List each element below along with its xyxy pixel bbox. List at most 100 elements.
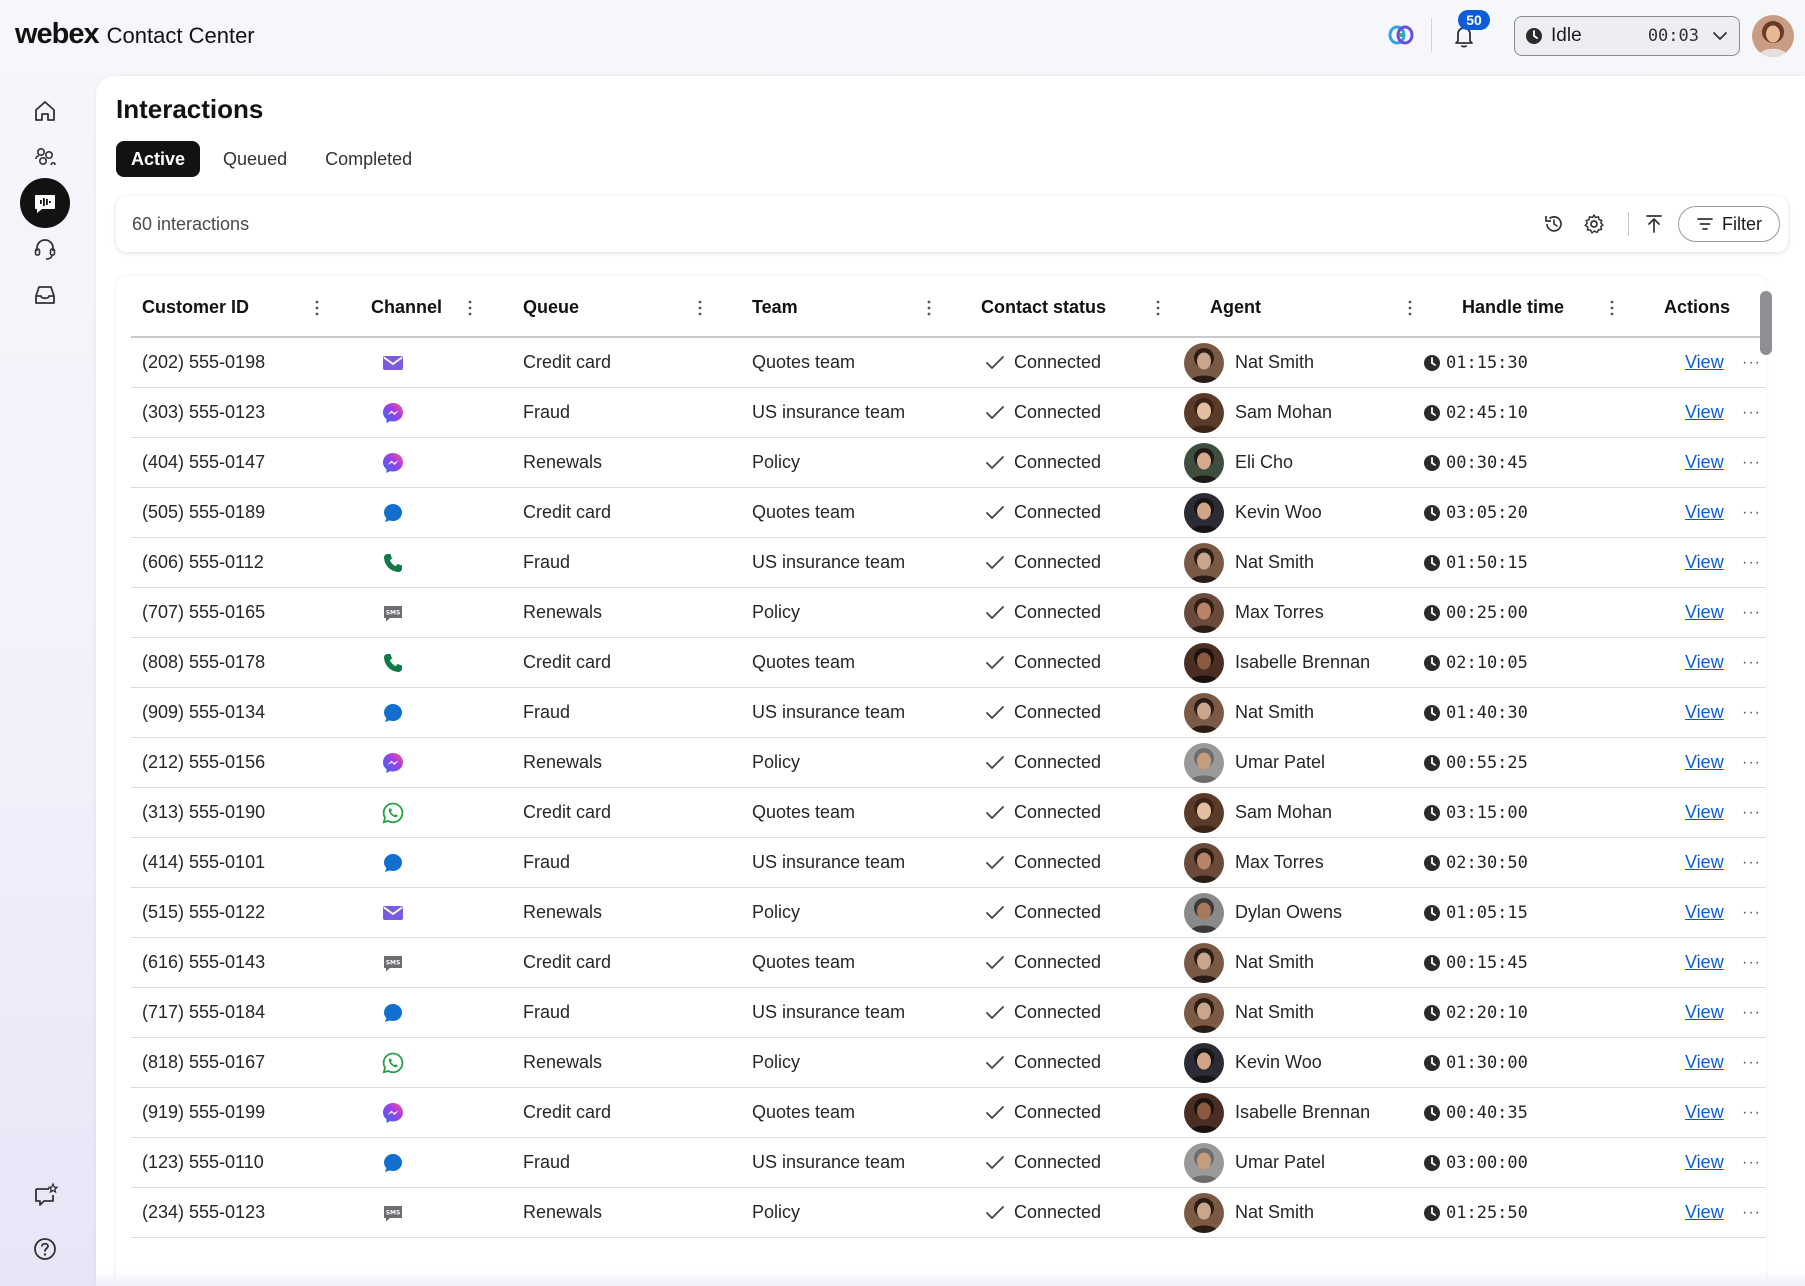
view-link[interactable]: View	[1685, 452, 1724, 473]
table-row[interactable]: (303) 555-0123 Fraud US insurance team C…	[131, 388, 1766, 438]
agent-status-dropdown[interactable]: Idle 00:03	[1514, 16, 1740, 56]
view-link[interactable]: View	[1685, 852, 1724, 873]
table-scrollbar-thumb[interactable]	[1760, 291, 1772, 355]
table-row[interactable]: (808) 555-0178 Credit card Quotes team C…	[131, 638, 1766, 688]
more-actions-icon[interactable]: ···	[1742, 1004, 1761, 1022]
user-avatar[interactable]	[1752, 15, 1794, 57]
table-row[interactable]: (616) 555-0143 SMS Credit card Quotes te…	[131, 938, 1766, 988]
more-actions-icon[interactable]: ···	[1742, 954, 1761, 972]
table-row[interactable]: (404) 555-0147 Renewals Policy Connected…	[131, 438, 1766, 488]
table-row[interactable]: (313) 555-0190 Credit card Quotes team C…	[131, 788, 1766, 838]
column-header-agent[interactable]: Agent	[1210, 297, 1261, 318]
table-row[interactable]: (606) 555-0112 Fraud US insurance team C…	[131, 538, 1766, 588]
column-menu-icon[interactable]	[315, 300, 319, 316]
nav-help[interactable]	[20, 1224, 70, 1274]
team-cell: Policy	[752, 1202, 801, 1222]
clock-icon	[1424, 805, 1440, 821]
view-link[interactable]: View	[1685, 602, 1724, 623]
view-link[interactable]: View	[1685, 502, 1724, 523]
nav-feedback[interactable]	[20, 1170, 70, 1220]
more-actions-icon[interactable]: ···	[1742, 504, 1761, 522]
view-link[interactable]: View	[1685, 702, 1724, 723]
column-header-handle-time[interactable]: Handle time	[1462, 297, 1564, 318]
refresh-icon[interactable]	[1542, 212, 1566, 236]
tab-active[interactable]: Active	[116, 141, 201, 177]
nav-inbox[interactable]	[20, 270, 70, 320]
table-row[interactable]: (505) 555-0189 Credit card Quotes team C…	[131, 488, 1766, 538]
column-header-queue[interactable]: Queue	[523, 297, 579, 318]
more-actions-icon[interactable]: ···	[1742, 604, 1761, 622]
column-menu-icon[interactable]	[698, 300, 702, 316]
table-row[interactable]: (234) 555-0123 SMS Renewals Policy Conne…	[131, 1188, 1766, 1238]
table-row[interactable]: (919) 555-0199 Credit card Quotes team C…	[131, 1088, 1766, 1138]
more-actions-icon[interactable]: ···	[1742, 854, 1761, 872]
column-header-customer-id[interactable]: Customer ID	[142, 297, 249, 318]
view-link[interactable]: View	[1685, 802, 1724, 823]
view-link[interactable]: View	[1685, 952, 1724, 973]
more-actions-icon[interactable]: ···	[1742, 554, 1761, 572]
column-menu-icon[interactable]	[927, 300, 931, 316]
more-actions-icon[interactable]: ···	[1742, 1104, 1761, 1122]
view-link[interactable]: View	[1685, 902, 1724, 923]
more-actions-icon[interactable]: ···	[1742, 654, 1761, 672]
more-actions-icon[interactable]: ···	[1742, 454, 1761, 472]
nav-home[interactable]	[20, 86, 70, 136]
view-link[interactable]: View	[1685, 752, 1724, 773]
more-actions-icon[interactable]: ···	[1742, 1154, 1761, 1172]
column-menu-icon[interactable]	[468, 300, 472, 316]
table-row[interactable]: (202) 555-0198 Credit card Quotes team C…	[131, 338, 1766, 388]
more-actions-icon[interactable]: ···	[1742, 404, 1761, 422]
nav-teams[interactable]	[20, 132, 70, 182]
more-actions-icon[interactable]: ···	[1742, 704, 1761, 722]
more-actions-icon[interactable]: ···	[1742, 1204, 1761, 1222]
headset-icon	[34, 239, 56, 260]
queue-cell: Credit card	[523, 502, 612, 522]
more-actions-icon[interactable]: ···	[1742, 1054, 1761, 1072]
more-actions-icon[interactable]: ···	[1742, 904, 1761, 922]
column-header-channel[interactable]: Channel	[371, 297, 442, 318]
product-name: Contact Center	[106, 23, 255, 48]
customer-id: (707) 555-0165	[142, 602, 266, 622]
column-menu-icon[interactable]	[1408, 300, 1412, 316]
view-link[interactable]: View	[1685, 1002, 1724, 1023]
view-link[interactable]: View	[1685, 652, 1724, 673]
more-actions-icon[interactable]: ···	[1742, 354, 1761, 372]
table-row[interactable]: (414) 555-0101 Fraud US insurance team C…	[131, 838, 1766, 888]
more-actions-icon[interactable]: ···	[1742, 754, 1761, 772]
nav-interactions[interactable]	[20, 178, 70, 228]
view-link[interactable]: View	[1685, 1102, 1724, 1123]
view-link[interactable]: View	[1685, 1052, 1724, 1073]
view-link[interactable]: View	[1685, 1152, 1724, 1173]
view-link[interactable]: View	[1685, 402, 1724, 423]
check-icon	[986, 706, 1004, 719]
column-header-contact-status[interactable]: Contact status	[981, 297, 1106, 318]
filter-label: Filter	[1722, 213, 1762, 234]
nav-agent-desktop[interactable]	[20, 224, 70, 274]
more-actions-icon[interactable]: ···	[1742, 804, 1761, 822]
gear-icon[interactable]	[1582, 212, 1606, 236]
messenger-icon	[383, 753, 403, 773]
view-link[interactable]: View	[1685, 1202, 1724, 1223]
customer-id: (616) 555-0143	[142, 952, 266, 972]
ai-assistant-icon[interactable]	[1388, 24, 1414, 46]
table-row[interactable]: (707) 555-0165 SMS Renewals Policy Conne…	[131, 588, 1766, 638]
column-menu-icon[interactable]	[1156, 300, 1160, 316]
table-row[interactable]: (515) 555-0122 Renewals Policy Connected…	[131, 888, 1766, 938]
table-row[interactable]: (212) 555-0156 Renewals Policy Connected…	[131, 738, 1766, 788]
table-row[interactable]: (909) 555-0134 Fraud US insurance team C…	[131, 688, 1766, 738]
tab-queued[interactable]: Queued	[208, 141, 302, 177]
table-row[interactable]: (123) 555-0110 Fraud US insurance team C…	[131, 1138, 1766, 1188]
export-icon[interactable]	[1642, 212, 1666, 236]
queue-cell: Renewals	[523, 752, 603, 772]
tab-completed[interactable]: Completed	[310, 141, 427, 177]
view-link[interactable]: View	[1685, 352, 1724, 373]
view-link[interactable]: View	[1685, 552, 1724, 573]
filter-button[interactable]: Filter	[1678, 206, 1780, 242]
check-icon	[986, 506, 1004, 519]
table-row[interactable]: (818) 555-0167 Renewals Policy Connected…	[131, 1038, 1766, 1088]
column-menu-icon[interactable]	[1610, 300, 1614, 316]
team-cell: US insurance team	[752, 1002, 906, 1022]
table-row[interactable]: (717) 555-0184 Fraud US insurance team C…	[131, 988, 1766, 1038]
contact-status-cell: Connected	[1014, 1102, 1102, 1122]
column-header-team[interactable]: Team	[752, 297, 798, 318]
